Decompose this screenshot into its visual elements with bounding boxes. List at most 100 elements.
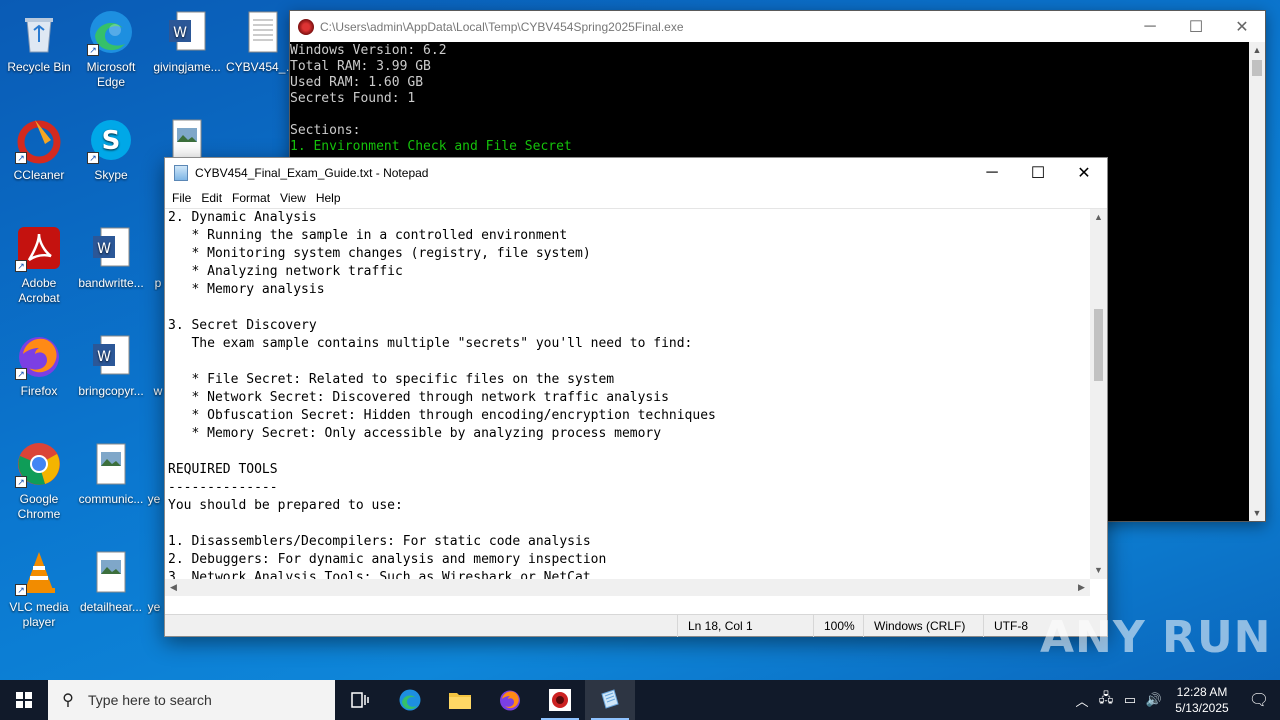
desktop-icon-vlc[interactable]: ↗ VLC media player [0,548,78,630]
text-editor-area[interactable]: 2. Dynamic Analysis * Running the sample… [165,208,1107,596]
menu-file[interactable]: File [167,191,196,205]
taskbar-file-explorer[interactable] [435,680,485,720]
volume-icon[interactable]: 🔊 [1142,692,1166,708]
monitor-icon[interactable]: ▭ [1118,692,1142,708]
menu-help[interactable]: Help [311,191,346,205]
malware-app-icon [549,689,571,711]
menu-format[interactable]: Format [227,191,275,205]
text-document-icon [239,8,287,56]
desktop-icon-skype[interactable]: S ↗ Skype [72,116,150,183]
taskbar-clock[interactable]: 12:28 AM 5/13/2025 [1166,684,1238,716]
desktop-icon-adobe-acrobat[interactable]: ↗ Adobe Acrobat [0,224,78,306]
scroll-down-arrow-icon[interactable]: ▼ [1249,505,1265,521]
console-line: Total RAM: 3.99 GB [290,59,431,74]
malware-app-icon [298,18,314,35]
system-tray: ︿ 🖧 ▭ 🔊 12:28 AM 5/13/2025 🗨 [1070,680,1280,720]
desktop-icon-label: Skype [94,168,128,182]
notepad-icon [601,689,619,709]
desktop-icon-label: VLC media player [9,600,69,629]
desktop-icon-label: givingjame... [153,60,221,74]
desktop-icon-label: communic... [78,492,144,506]
desktop-icon-label: detailhear... [79,600,143,614]
anyrun-watermark: ANY RUN [1040,612,1272,663]
file-icon [144,548,164,596]
console-line: Used RAM: 1.60 GB [290,75,424,90]
notepad-window[interactable]: CYBV454_Final_Exam_Guide.txt - Notepad ─… [164,157,1108,637]
search-icon: ⚲ [62,692,74,709]
taskbar: ⚲ Type here to search ︿ 🖧 ▭ 🔊 12:28 AM 5… [0,680,1280,720]
firefox-icon [500,690,520,711]
notification-center-icon[interactable]: 🗨 [1238,690,1280,710]
maximize-button[interactable]: ☐ [1173,11,1219,42]
scroll-up-arrow-icon[interactable]: ▲ [1249,42,1265,58]
scroll-up-arrow-icon[interactable]: ▲ [1090,209,1107,226]
desktop-icon-label: bringcopyr... [78,384,144,398]
horizontal-scrollbar[interactable]: ◀ ▶ [165,579,1090,596]
close-button[interactable]: ✕ [1219,11,1265,42]
status-line-ending: Windows (CRLF) [863,614,983,637]
taskbar-edge[interactable] [385,680,435,720]
minimize-button[interactable]: ─ [1127,11,1173,42]
task-view-icon [351,692,369,708]
taskbar-search-box[interactable]: ⚲ Type here to search [48,680,335,720]
word-document-icon: W [87,224,135,272]
console-scrollbar[interactable]: ▲ ▼ [1249,42,1265,521]
desktop-icon-google-chrome[interactable]: ↗ Google Chrome [0,440,78,522]
desktop-icon-givingjame[interactable]: W givingjame... [148,8,226,75]
console-titlebar[interactable]: C:\Users\admin\AppData\Local\Temp\CYBV45… [290,11,1265,42]
word-document-icon: W [87,332,135,380]
start-button[interactable] [0,680,48,720]
minimize-button[interactable]: ─ [969,158,1015,188]
taskbar-firefox[interactable] [485,680,535,720]
scroll-down-arrow-icon[interactable]: ▼ [1090,562,1107,579]
clock-date: 5/13/2025 [1175,701,1229,715]
desktop-icon-label: CCleaner [13,168,65,182]
menu-edit[interactable]: Edit [196,191,227,205]
chevron-up-icon[interactable]: ︿ [1070,691,1094,710]
scrollbar-thumb[interactable] [1094,309,1103,381]
skype-icon: S ↗ [87,116,135,164]
svg-text:W: W [97,241,111,257]
console-title: C:\Users\admin\AppData\Local\Temp\CYBV45… [320,19,684,34]
scroll-right-arrow-icon[interactable]: ▶ [1073,579,1090,596]
desktop-icon-firefox[interactable]: ↗ Firefox [0,332,78,399]
desktop-icon-label: Firefox [20,384,58,398]
desktop-icon-ccleaner[interactable]: ↗ CCleaner [0,116,78,183]
status-position: Ln 18, Col 1 [677,614,813,637]
desktop-icon-recycle-bin[interactable]: Recycle Bin [0,8,78,75]
taskbar-notepad[interactable] [585,680,635,720]
svg-text:W: W [97,349,111,365]
desktop-icon-hidden-ye[interactable]: ye [144,440,164,507]
taskbar-malware-console[interactable] [535,680,585,720]
maximize-button[interactable]: ☐ [1015,158,1061,188]
desktop-icon-detailhear[interactable]: detailhear... [72,548,150,615]
image-file-icon [87,440,135,488]
desktop-icon-label: Google Chrome [17,492,61,521]
clock-time: 12:28 AM [1176,685,1228,699]
menu-view[interactable]: View [275,191,311,205]
vlc-icon: ↗ [15,548,63,596]
notepad-title: CYBV454_Final_Exam_Guide.txt - Notepad [195,166,429,180]
scrollbar-thumb[interactable] [1252,60,1262,76]
image-file-icon [87,548,135,596]
desktop-icon-bringcopyr[interactable]: W bringcopyr... [72,332,150,399]
desktop-icon-edge[interactable]: ↗ Microsoft Edge [72,8,150,90]
notepad-app-icon [174,165,188,181]
desktop-icon-hidden-ye-2[interactable]: ye [144,548,164,615]
firefox-icon: ↗ [15,332,63,380]
console-line: Windows Version: 6.2 [290,43,447,58]
console-line: Sections: [290,123,361,138]
desktop-icon-label: ye [147,492,161,506]
chrome-icon: ↗ [15,440,63,488]
notepad-titlebar[interactable]: CYBV454_Final_Exam_Guide.txt - Notepad ─… [165,158,1107,188]
desktop-icon-bandwritte[interactable]: W bandwritte... [72,224,150,291]
task-view-button[interactable] [335,680,385,720]
document-text[interactable]: 2. Dynamic Analysis * Running the sample… [168,209,1090,579]
status-bar: Ln 18, Col 1 100% Windows (CRLF) UTF-8 [165,614,1107,637]
console-highlight-line: 1. Environment Check and File Secret [290,139,572,154]
desktop-icon-communic[interactable]: communic... [72,440,150,507]
close-button[interactable]: ✕ [1061,158,1107,188]
network-icon[interactable]: 🖧 [1094,689,1118,711]
scroll-left-arrow-icon[interactable]: ◀ [165,579,182,596]
vertical-scrollbar[interactable]: ▲ ▼ [1090,209,1107,579]
